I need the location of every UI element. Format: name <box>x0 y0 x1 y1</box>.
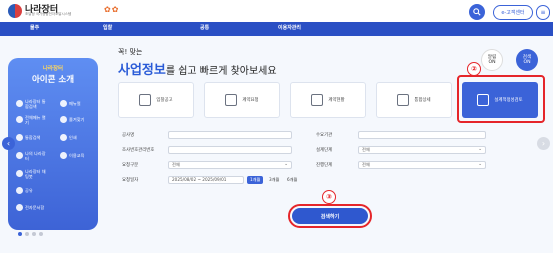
carousel-indicator <box>18 232 46 236</box>
integrated-search-icon <box>16 100 23 107</box>
category-integrated-detail[interactable]: 통합상세 <box>376 82 452 118</box>
side-item-my-narajangteo[interactable]: 나의 나라장터 <box>25 151 47 161</box>
progress-stage-value: 전체 <box>362 162 370 167</box>
project-name-input[interactable] <box>168 131 292 139</box>
category-label: 입찰공고 <box>156 98 173 103</box>
category-label: 계약현황 <box>328 98 345 103</box>
nav-item-user-management[interactable]: 이용자관리 <box>278 24 301 31</box>
hamburger-icon: ≡ <box>540 9 546 16</box>
category-label: 계약요청 <box>242 98 259 103</box>
nav-item-common[interactable]: 공통 <box>200 24 209 31</box>
my-page-icon <box>16 152 23 159</box>
document-icon <box>225 94 238 106</box>
date-range-value: 2025/08/02 ~ 2025/09/01 <box>172 177 227 182</box>
annotation-highlight-box <box>457 75 545 123</box>
label-design-stage: 설계단계 <box>316 148 333 153</box>
all-menu-icon <box>16 116 23 123</box>
side-item-manual[interactable]: 메뉴얼 <box>69 101 81 106</box>
label-request-date: 요청일자 <box>122 178 139 183</box>
list-icon <box>397 94 410 106</box>
nav-item-bid[interactable]: 입찰 <box>103 24 112 31</box>
carousel-dot[interactable] <box>32 232 36 236</box>
label-survey-number: 조사번호관리번호 <box>122 148 155 153</box>
nav-item-order[interactable]: 물주 <box>30 24 39 31</box>
page-headline: 사업정보를 쉽고 빠르게 찾아보세요 <box>118 59 277 78</box>
ecustomer-button[interactable]: e-고객센터 <box>493 5 533 20</box>
chevron-left-icon: ‹ <box>6 139 11 148</box>
print-icon <box>60 134 67 141</box>
period-3-month-button[interactable]: 3개월 <box>266 176 282 184</box>
side-item-favorites[interactable]: 즐겨찾기 <box>69 117 84 122</box>
progress-stage-select[interactable]: 전체 ⌄ <box>358 161 486 169</box>
search-toggle[interactable]: 검색 ON <box>516 49 538 71</box>
side-item-document-box[interactable]: 전자문서함 <box>25 205 44 210</box>
search-icon <box>473 8 481 16</box>
date-range-input[interactable]: 2025/08/02 ~ 2025/09/01 <box>168 176 244 184</box>
chevron-down-icon: ⌄ <box>478 162 482 167</box>
side-item-search[interactable]: 통합검색 <box>25 135 40 140</box>
carousel-prev-button[interactable]: ‹ <box>2 137 15 150</box>
annotation-badge-3: ③ <box>322 190 336 204</box>
period-6-month-button[interactable]: 6개월 <box>284 176 300 184</box>
headline-kicker: 꼭! 맞는 <box>118 48 143 56</box>
label-request-type: 요청구분 <box>122 163 139 168</box>
side-item-integrated-search[interactable]: 나라장터 통합검색 <box>25 99 47 109</box>
label-project-name: 공사명 <box>122 133 135 138</box>
demand-agency-input[interactable] <box>358 131 486 139</box>
logo-subtitle: 조달청 국가종합전자조달시스템 <box>25 12 72 16</box>
search-button[interactable] <box>469 4 485 20</box>
decoration-icon: ✿✿ <box>104 5 120 14</box>
design-stage-select[interactable]: 전체 ⌄ <box>358 146 486 154</box>
category-contract-request[interactable]: 계약요청 <box>204 82 280 118</box>
side-item-chatbot[interactable]: 나라장터 채팅봇 <box>25 169 49 179</box>
side-item-print[interactable]: 인쇄 <box>69 135 77 140</box>
search-icon <box>16 134 23 141</box>
design-stage-value: 전체 <box>362 147 370 152</box>
side-item-education[interactable]: 이용교육 <box>69 153 84 158</box>
category-label: 통합상세 <box>414 98 431 103</box>
headline-rest: 를 쉽고 빠르게 찾아보세요 <box>165 66 277 77</box>
alert-toggle[interactable]: 알림 ON <box>481 49 503 71</box>
carousel-next-button[interactable]: › <box>537 137 550 150</box>
manual-icon <box>60 100 67 107</box>
side-item-share[interactable]: 공유 <box>25 188 33 193</box>
label-demand-agency: 수요기관 <box>316 133 333 138</box>
category-contract-status[interactable]: 계약현황 <box>290 82 366 118</box>
period-1-month-button[interactable]: 1개월 <box>247 176 264 184</box>
education-icon <box>60 152 67 159</box>
document-box-icon <box>16 204 23 211</box>
chevron-down-icon: ⌄ <box>478 147 482 152</box>
category-bid-notice[interactable]: 입찰공고 <box>118 82 194 118</box>
main-nav <box>0 22 553 36</box>
clipboard-icon <box>311 94 324 106</box>
annotation-badge-2: ② <box>467 62 481 76</box>
carousel-dot[interactable] <box>25 232 29 236</box>
chevron-right-icon: › <box>541 139 546 148</box>
request-type-value: 전체 <box>172 162 180 167</box>
side-title-main: 아이콘 소개 <box>31 75 75 85</box>
logo-icon[interactable] <box>8 4 22 18</box>
chevron-down-icon: ⌄ <box>284 162 288 167</box>
carousel-dot[interactable] <box>18 232 22 236</box>
alert-toggle-state: ON <box>488 60 496 65</box>
carousel-dot[interactable] <box>39 232 43 236</box>
search-submit-button[interactable]: 검색하기 <box>292 208 368 224</box>
share-icon <box>16 187 23 194</box>
survey-number-input[interactable] <box>168 146 292 154</box>
headline-highlight: 사업정보 <box>118 63 166 78</box>
request-type-select[interactable]: 전체 ⌄ <box>168 161 292 169</box>
side-title-top: 나라장터 <box>42 66 64 72</box>
megaphone-icon <box>139 94 152 106</box>
search-toggle-state: ON <box>523 60 531 65</box>
side-item-all-menu[interactable]: 전체메뉴 열기 <box>25 115 47 125</box>
menu-button[interactable]: ≡ <box>536 5 550 20</box>
favorites-icon <box>60 116 67 123</box>
chatbot-icon <box>16 170 23 177</box>
label-progress-stage: 진행단계 <box>316 163 333 168</box>
